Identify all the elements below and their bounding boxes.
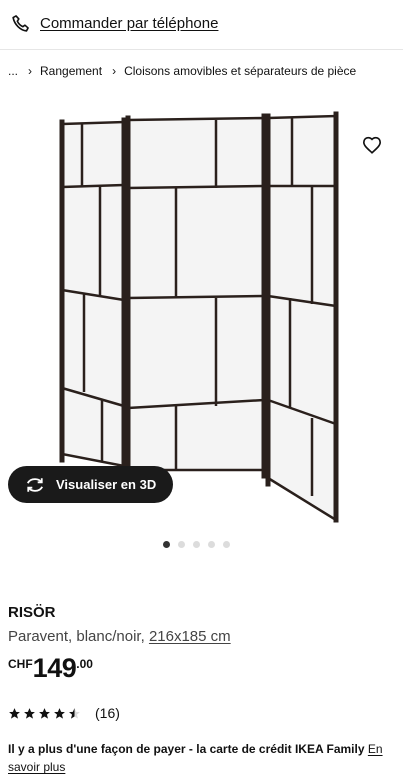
carousel-indicator xyxy=(163,541,230,548)
half-star-icon xyxy=(69,707,80,719)
rating-stars xyxy=(8,707,81,720)
heart-icon[interactable] xyxy=(362,136,382,154)
star-icon xyxy=(54,707,65,719)
breadcrumb-item-cloisons[interactable]: Cloisons amovibles et séparateurs de piè… xyxy=(124,64,356,78)
product-rating[interactable]: (16) xyxy=(8,705,120,721)
carousel-dot[interactable] xyxy=(223,541,230,548)
payment-info: Il y a plus d'une façon de payer - la ca… xyxy=(8,740,398,776)
payment-text: Il y a plus d'une façon de payer - la ca… xyxy=(8,742,365,756)
breadcrumb: ... › Rangement › Cloisons amovibles et … xyxy=(8,64,356,78)
star-icon xyxy=(39,707,50,719)
carousel-dot[interactable] xyxy=(208,541,215,548)
rotate-3d-icon xyxy=(26,477,44,492)
star-icon xyxy=(24,707,35,719)
top-bar: Commander par téléphone xyxy=(0,0,403,50)
breadcrumb-ellipsis[interactable]: ... xyxy=(8,64,18,78)
price-decimal: .00 xyxy=(76,657,93,671)
price-integer: 149 xyxy=(32,653,77,683)
carousel-dot[interactable] xyxy=(178,541,185,548)
product-price: CHF 149 .00 xyxy=(8,652,93,684)
phone-icon[interactable] xyxy=(10,13,32,35)
product-type: Paravent, blanc/noir, xyxy=(8,628,145,645)
view-3d-button[interactable]: Visualiser en 3D xyxy=(8,466,173,503)
product-description: Paravent, blanc/noir, 216x185 cm xyxy=(8,628,231,645)
product-name: RISÖR xyxy=(8,604,56,621)
middle-panel xyxy=(126,116,266,472)
right-panel xyxy=(266,114,338,523)
chevron-right-icon: › xyxy=(112,64,117,78)
carousel-dot[interactable] xyxy=(163,541,170,548)
chevron-right-icon: › xyxy=(28,64,33,78)
carousel-dot[interactable] xyxy=(193,541,200,548)
order-by-phone-link[interactable]: Commander par téléphone xyxy=(40,15,218,32)
review-count: (16) xyxy=(95,705,120,721)
view-3d-label: Visualiser en 3D xyxy=(56,477,157,492)
breadcrumb-item-rangement[interactable]: Rangement xyxy=(40,64,102,78)
product-dimensions-link[interactable]: 216x185 cm xyxy=(149,628,231,645)
star-icon xyxy=(9,707,20,719)
price-currency: CHF xyxy=(8,657,33,671)
